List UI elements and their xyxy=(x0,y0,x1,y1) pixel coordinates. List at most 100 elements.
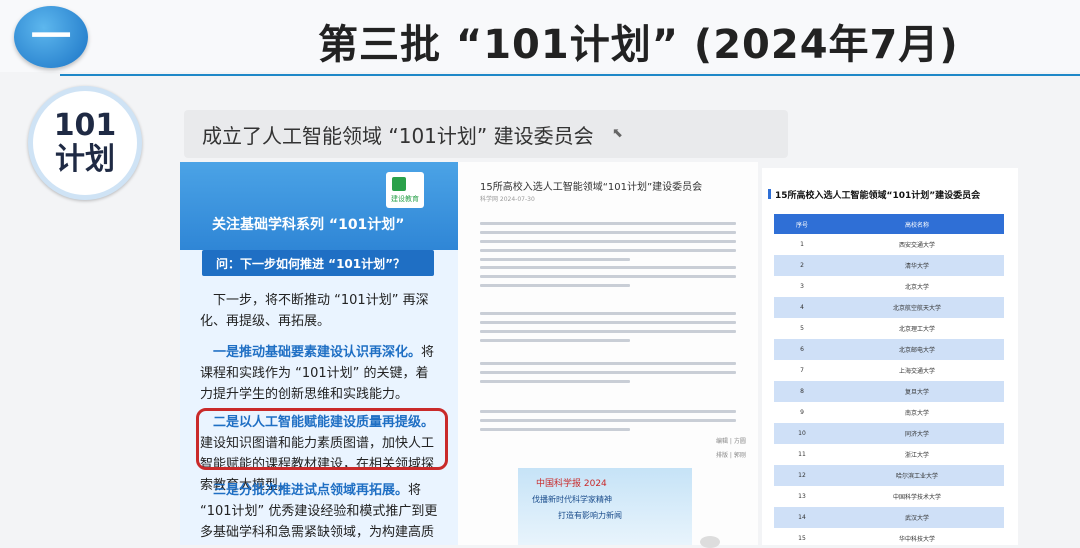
blurred-text-line xyxy=(480,284,630,287)
table-row: 4 北京航空航天大学 xyxy=(774,297,1004,318)
university-name-cell: 同济大学 xyxy=(830,423,1004,444)
table-row: 2 清华大学 xyxy=(774,255,1004,276)
row-index-cell: 1 xyxy=(800,241,804,248)
blurred-text-line xyxy=(480,249,736,252)
university-name-cell: 北京航空航天大学 xyxy=(830,297,1004,318)
publisher-logo-text: 建设教育 xyxy=(391,195,419,203)
table-row: 5 北京理工大学 xyxy=(774,318,1004,339)
leaf-icon xyxy=(392,177,406,191)
university-name-cell: 武汉大学 xyxy=(830,507,1004,528)
answer-para-4: 三是分批次推进试点领域再拓展。将 “101计划” 优秀建设经验和模式推广到更多基… xyxy=(200,483,438,540)
row-index-cell: 7 xyxy=(800,367,804,374)
table-row: 1 西安交通大学 xyxy=(774,234,1004,255)
blurred-text-line xyxy=(480,312,736,315)
scroll-indicator xyxy=(700,536,720,548)
row-index-cell: 6 xyxy=(774,339,830,360)
highlight-box xyxy=(196,408,448,470)
row-index-cell: 15 xyxy=(798,535,806,542)
answer-para-2-lead: 一是推动基础要素建设认识再深化。 xyxy=(213,345,422,360)
table-row: 6 北京邮电大学 xyxy=(774,339,1004,360)
table-header-row: 序号 高校名称 xyxy=(774,214,1004,234)
series-title: 关注基础学科系列 “101计划” xyxy=(212,217,405,233)
university-list-screenshot: 15所高校入选人工智能领域“101计划”建设委员会 序号 高校名称 1 西安交通大… xyxy=(762,168,1018,545)
university-name-cell: 华中科技大学 xyxy=(898,536,935,543)
row-index-cell: 11 xyxy=(798,451,806,458)
qa-article-screenshot: 建设教育 关注基础学科系列 “101计划” 问：下一步如何推进 “101计划”？… xyxy=(180,162,460,545)
blurred-text-line xyxy=(480,339,630,342)
university-table: 序号 高校名称 1 西安交通大学 2 清华大学 3 北京大学 4 北京航空航天大学 5 北京理工大… xyxy=(774,214,1004,545)
section-number: 一 xyxy=(31,14,71,60)
article-layout-credit: 排版 | 郭刚 xyxy=(716,452,746,459)
slide-title: 第三批 “101计划” (2024年7月) xyxy=(318,22,959,68)
blurred-text-line xyxy=(480,231,736,234)
publisher-logo: 建设教育 xyxy=(386,172,424,208)
column-header-index: 序号 xyxy=(774,214,830,234)
subtitle-box: 成立了人工智能领域 “101计划” 建设委员会 xyxy=(184,110,788,158)
blurred-text-line xyxy=(480,240,736,243)
subtitle-text: 成立了人工智能领域 “101计划” 建设委员会 xyxy=(202,123,594,148)
university-name-cell: 清华大学 xyxy=(830,255,1004,276)
table-row: 12 哈尔滨工业大学 xyxy=(774,465,1004,486)
blurred-text-line xyxy=(480,362,736,365)
row-index-cell: 4 xyxy=(774,297,830,318)
mouse-cursor-icon: ⬉ xyxy=(612,126,623,141)
blurred-text-line xyxy=(480,419,736,422)
newspaper-banner-image: 中国科学报 2024 伐播新时代科学家精神 打造有影响力新闻 xyxy=(518,468,692,545)
university-name-cell: 北京邮电大学 xyxy=(830,339,1004,360)
university-name-cell: 北京理工大学 xyxy=(898,326,935,333)
university-name-cell: 北京大学 xyxy=(904,284,929,291)
university-name-cell: 南京大学 xyxy=(904,410,929,417)
row-index-cell: 3 xyxy=(800,283,804,290)
banner-slogan-2: 打造有影响力新闻 xyxy=(558,511,622,520)
blurred-text-line xyxy=(480,258,630,261)
article-editor: 编辑 | 方圆 xyxy=(716,438,746,445)
question-bar: 问：下一步如何推进 “101计划”？ xyxy=(202,250,434,276)
article-meta: 科学网 2024-07-30 xyxy=(480,196,535,203)
row-index-cell: 12 xyxy=(774,465,830,486)
blurred-text-line xyxy=(480,321,736,324)
table-row: 9 南京大学 xyxy=(774,402,1004,423)
blurred-text-line xyxy=(480,428,630,431)
banner-masthead: 中国科学报 2024 xyxy=(536,479,607,489)
table-title: 15所高校入选人工智能领域“101计划”建设委员会 xyxy=(768,188,1012,201)
title-divider xyxy=(60,74,1080,76)
news-article-screenshot: 15所高校入选人工智能领域“101计划”建设委员会 科学网 2024-07-30… xyxy=(458,162,758,545)
table-row: 3 北京大学 xyxy=(774,276,1004,297)
section-number-badge: 一 xyxy=(14,6,88,68)
banner-slogan-1: 伐播新时代科学家精神 xyxy=(532,495,612,504)
answer-para-1: 下一步，将不断推动 “101计划” 再深化、再提级、再拓展。 xyxy=(200,293,429,329)
row-index-cell: 10 xyxy=(774,423,830,444)
row-index-cell: 5 xyxy=(800,325,804,332)
university-name-cell: 浙江大学 xyxy=(904,452,929,459)
university-name-cell: 复旦大学 xyxy=(830,381,1004,402)
table-row: 7 上海交通大学 xyxy=(774,360,1004,381)
blurred-text-line xyxy=(480,380,630,383)
question-text: 问：下一步如何推进 “101计划”？ xyxy=(216,257,406,271)
table-row: 8 复旦大学 xyxy=(774,381,1004,402)
table-row: 15 华中科技大学 xyxy=(774,528,1004,545)
plan-badge: 101 计划 xyxy=(28,86,142,200)
plan-badge-line1: 101 xyxy=(53,107,117,143)
university-name-cell: 中国科学技术大学 xyxy=(892,494,941,501)
table-row: 13 中国科学技术大学 xyxy=(774,486,1004,507)
blurred-text-line xyxy=(480,371,736,374)
table-row: 14 武汉大学 xyxy=(774,507,1004,528)
blurred-text-line xyxy=(480,410,736,413)
blurred-text-line xyxy=(480,330,736,333)
blurred-text-line xyxy=(480,275,736,278)
row-index-cell: 8 xyxy=(774,381,830,402)
article-title: 15所高校入选人工智能领域“101计划”建设委员会 xyxy=(480,182,703,193)
plan-badge-line2: 计划 xyxy=(55,142,115,177)
answer-para-4-lead: 三是分批次推进试点领域再拓展。 xyxy=(213,483,409,498)
university-name-cell: 上海交通大学 xyxy=(898,368,935,375)
university-name-cell: 西安交通大学 xyxy=(898,242,935,249)
row-index-cell: 13 xyxy=(798,493,806,500)
answer-para-2: 一是推动基础要素建设认识再深化。将课程和实践作为 “101计划” 的关键，着力提… xyxy=(200,345,435,402)
column-header-name: 高校名称 xyxy=(830,214,1004,234)
row-index-cell: 14 xyxy=(774,507,830,528)
row-index-cell: 2 xyxy=(774,255,830,276)
university-name-cell: 哈尔滨工业大学 xyxy=(830,465,1004,486)
blurred-text-line xyxy=(480,222,736,225)
table-row: 11 浙江大学 xyxy=(774,444,1004,465)
blurred-text-line xyxy=(480,266,736,269)
